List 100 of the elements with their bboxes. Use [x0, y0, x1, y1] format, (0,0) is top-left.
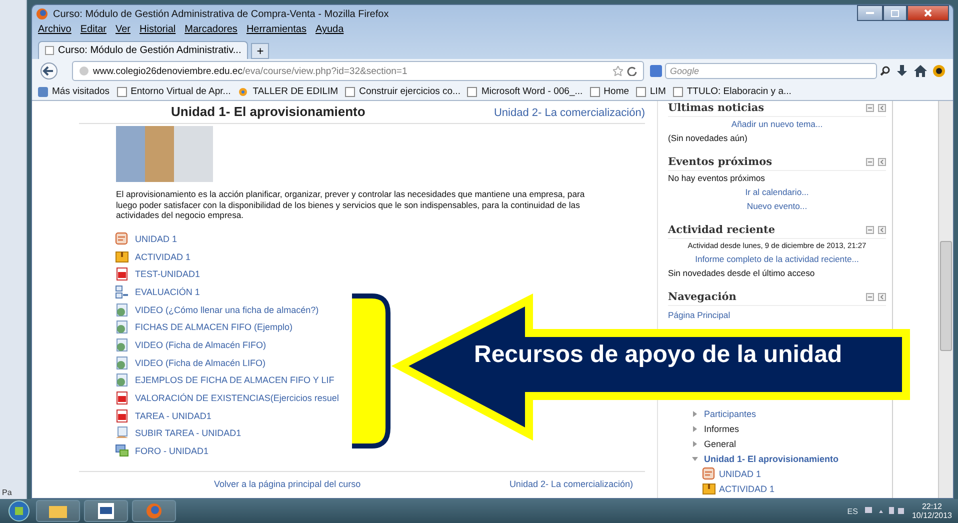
- assignment-resource-icon: [115, 250, 129, 264]
- pdf-resource-icon: [115, 391, 129, 406]
- nav-tree-item[interactable]: Unidad 1- El aprovisionamiento: [692, 451, 839, 466]
- page-icon: [636, 86, 646, 96]
- menu-item[interactable]: Editar: [80, 24, 106, 38]
- page-icon: [345, 86, 356, 96]
- dock-icon[interactable]: [878, 158, 886, 166]
- bookmark-link[interactable]: LIM: [636, 86, 666, 97]
- address-field[interactable]: www.colegio26denoviembre.edu.ec/eva/course/view.php?id=32&section=1: [72, 61, 644, 81]
- block-text: (Sin novedades aún): [668, 132, 748, 145]
- resource-link[interactable]: VIDEO (Ficha de Almacén LIFO): [115, 354, 266, 371]
- menu-item[interactable]: Archivo: [38, 24, 72, 38]
- bookmark-link[interactable]: Microsoft Word - 006_...: [467, 86, 583, 97]
- url-resource-icon: [115, 356, 129, 370]
- tray-icons[interactable]: [864, 507, 905, 515]
- block-title: Navegación: [668, 291, 738, 303]
- footer-link[interactable]: Unidad 2- La comercialización): [509, 479, 633, 490]
- resource-link[interactable]: EJEMPLOS DE FICHA DE ALMACEN FIFO Y LIF: [115, 372, 334, 389]
- expanded-icon[interactable]: [692, 456, 698, 462]
- bookmark-link[interactable]: Home: [590, 86, 630, 97]
- dock-icon[interactable]: [878, 104, 886, 112]
- firefox-icon: [36, 8, 48, 20]
- nav-tree-item[interactable]: ACTIVIDAD 1: [702, 481, 775, 496]
- upload-resource-icon: [115, 426, 129, 440]
- resource-link[interactable]: TEST-UNIDAD1: [115, 266, 200, 283]
- page-icon: [590, 86, 600, 96]
- resource-link[interactable]: FORO - UNIDAD1: [115, 442, 209, 460]
- section-title: Unidad 1- El aprovisionamiento: [171, 104, 366, 119]
- bookmark-link[interactable]: Más visitados: [38, 86, 110, 97]
- scrollbar[interactable]: [938, 101, 953, 498]
- forum-resource-icon: [115, 444, 129, 458]
- block-link[interactable]: Informe completo de la actividad reciente...: [668, 252, 886, 266]
- maximize-button[interactable]: [883, 5, 907, 21]
- collapsed-icon[interactable]: [692, 426, 698, 432]
- close-button[interactable]: [907, 5, 949, 21]
- collapse-icon[interactable]: [866, 293, 874, 301]
- clock[interactable]: 22:12 10/12/2013: [912, 502, 952, 520]
- maximize-icon: [891, 10, 899, 16]
- start-icon[interactable]: [6, 500, 32, 522]
- resource-link[interactable]: FICHAS DE ALMACEN FIFO (Ejemplo): [115, 318, 293, 336]
- home-icon[interactable]: [914, 65, 927, 77]
- minimize-icon: [866, 12, 874, 14]
- bookmark-link[interactable]: Entorno Virtual de Apr...: [116, 86, 231, 97]
- collapse-icon[interactable]: [866, 226, 874, 234]
- star-icon[interactable]: [613, 66, 623, 76]
- new-tab-button[interactable]: +: [251, 43, 270, 59]
- bookmark-link[interactable]: TALLER DE EDILIM: [238, 86, 338, 97]
- section-description: El aprovisionamiento es la acción planificar, organizar, prever y controlar las necesidades que mantiene una empresa, para luego poder satisfacer con la disponibilidad de los bienes y servicios que le son indispensables, para la continuidad de las actividades del negocio empresa.: [116, 189, 586, 220]
- search-icon[interactable]: [880, 66, 890, 76]
- menu-item[interactable]: Marcadores: [184, 24, 238, 38]
- resource-link[interactable]: VALORACIÓN DE EXISTENCIAS(Ejercicios resuel: [115, 390, 339, 406]
- block-title: Ultimas noticias: [668, 102, 766, 114]
- block-link[interactable]: Ir al calendario...: [668, 185, 886, 199]
- language-indicator[interactable]: ES: [847, 506, 858, 516]
- nav-tree-item[interactable]: General: [692, 436, 736, 451]
- menu-item[interactable]: Historial: [140, 24, 176, 38]
- menu-item[interactable]: Herramientas: [246, 24, 306, 38]
- bookmark-link[interactable]: TTULO: Elaboracin y a...: [672, 86, 792, 97]
- folder-icon: [49, 504, 67, 518]
- reload-icon[interactable]: [627, 66, 637, 76]
- url-resource-icon: [115, 302, 129, 317]
- resource-link[interactable]: SUBIR TAREA - UNIDAD1: [115, 425, 242, 442]
- url-resource-icon: [115, 338, 129, 352]
- dock-icon[interactable]: [878, 293, 886, 301]
- pdf-resource-icon: [115, 408, 129, 423]
- dock-icon[interactable]: [878, 226, 886, 234]
- collapse-icon[interactable]: [866, 104, 874, 112]
- menu-item[interactable]: Ayuda: [315, 24, 344, 38]
- download-icon[interactable]: [896, 65, 908, 77]
- next-section-link[interactable]: Unidad 2- La comercialización): [494, 107, 645, 119]
- taskbar-button[interactable]: [36, 500, 80, 522]
- block-link[interactable]: Nuevo evento...: [668, 199, 886, 213]
- resource-link[interactable]: ACTIVIDAD 1: [115, 248, 191, 265]
- url-resource-icon: [115, 320, 129, 334]
- resource-link[interactable]: VIDEO (Ficha de Almacén FIFO): [115, 336, 266, 354]
- resource-link[interactable]: TAREA - UNIDAD1: [115, 407, 212, 424]
- minimize-button[interactable]: [857, 5, 883, 21]
- collapsed-icon[interactable]: [692, 410, 698, 416]
- nav-tree-item[interactable]: UNIDAD 1: [702, 466, 762, 481]
- document-icon: [98, 503, 114, 519]
- resource-link[interactable]: UNIDAD 1: [115, 230, 178, 248]
- page-icon: [672, 86, 683, 96]
- resource-link[interactable]: EVALUACIÓN 1: [115, 284, 200, 300]
- resource-link[interactable]: VIDEO (¿Cómo llenar una ficha de almacén?): [115, 301, 319, 318]
- taskbar-button[interactable]: [84, 500, 128, 522]
- bookmark-link[interactable]: Construir ejercicios co...: [345, 86, 460, 97]
- nav-link[interactable]: Página Principal: [668, 306, 886, 320]
- menu-item[interactable]: Ver: [115, 24, 130, 38]
- block-link[interactable]: Añadir un nuevo tema...: [668, 117, 886, 131]
- footer-link[interactable]: Volver a la página principal del curso: [214, 479, 361, 490]
- pdf-resource-icon: [115, 267, 129, 282]
- page-resource-icon: [702, 466, 716, 480]
- nav-tree-item[interactable]: Participantes: [692, 406, 756, 421]
- nav-tree-item[interactable]: Informes: [692, 421, 740, 436]
- url-resource-icon: [115, 373, 129, 388]
- collapse-icon[interactable]: [866, 158, 874, 166]
- search-field[interactable]: Google: [665, 63, 877, 79]
- window-title: Curso: Módulo de Gestión Administrativa de Compra-Venta - Mozilla Firefox: [53, 8, 390, 20]
- page-label: Pa: [1, 488, 12, 499]
- browser-tab[interactable]: Curso: Módulo de Gestión Administrativ...: [38, 41, 248, 59]
